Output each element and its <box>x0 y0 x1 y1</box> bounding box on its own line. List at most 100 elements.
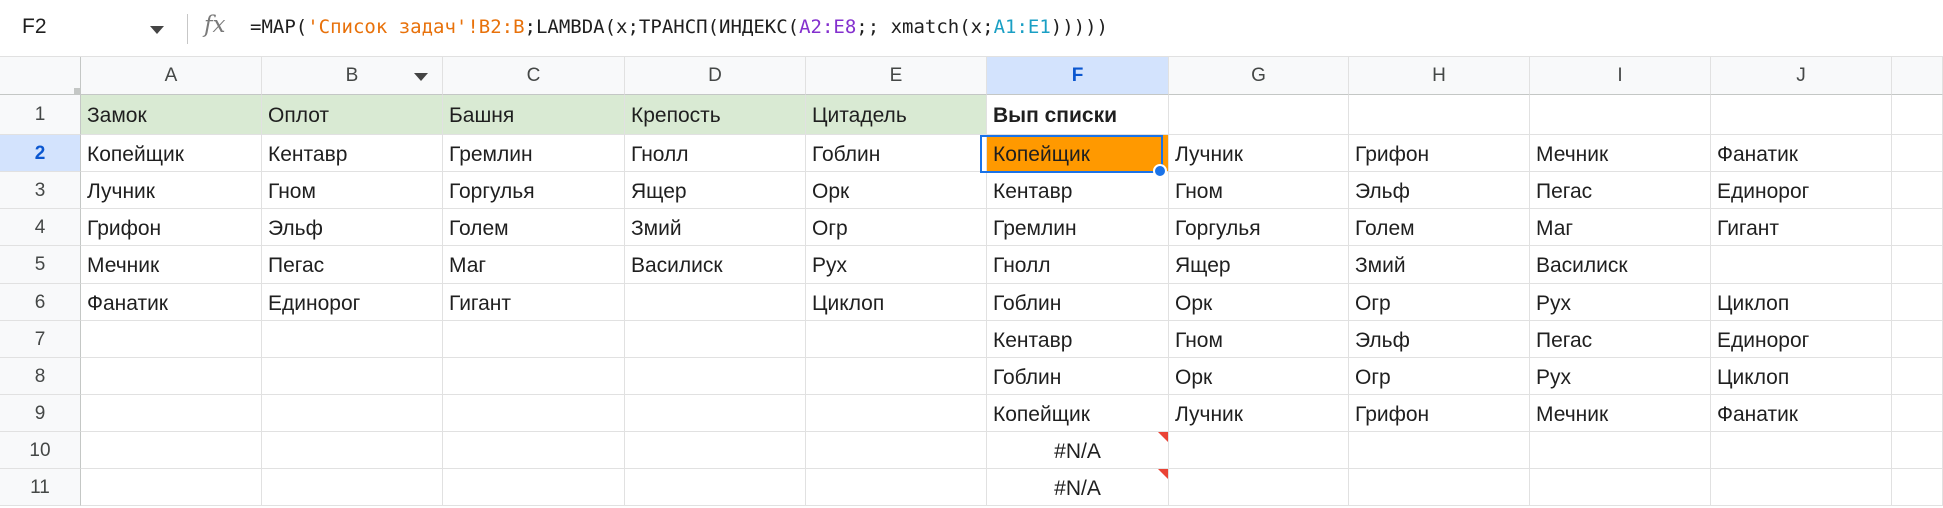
chevron-down-icon[interactable] <box>150 26 164 34</box>
row-header-8[interactable]: 8 <box>0 358 81 395</box>
cell-g10[interactable] <box>1169 432 1349 469</box>
row-header-9[interactable]: 9 <box>0 395 81 432</box>
cell-f6[interactable]: Гоблин <box>987 284 1169 321</box>
cell-b11[interactable] <box>262 469 443 506</box>
cell-b4[interactable]: Эльф <box>262 209 443 246</box>
column-header-i[interactable]: I <box>1530 57 1711 95</box>
cell-j4[interactable]: Гигант <box>1711 209 1892 246</box>
cell-e1[interactable]: Цитадель <box>806 95 987 135</box>
cell-j6[interactable]: Циклоп <box>1711 284 1892 321</box>
cell-e6[interactable]: Циклоп <box>806 284 987 321</box>
cell-i9[interactable]: Мечник <box>1530 395 1711 432</box>
cell-d11[interactable] <box>625 469 806 506</box>
cell-a2[interactable]: Копейщик <box>81 135 262 172</box>
cell-e5[interactable]: Рух <box>806 246 987 284</box>
formula-input[interactable]: =MAP('Список задач'!B2:B;LAMBDA(x;ТРАНСП… <box>250 16 1108 38</box>
cell-a10[interactable] <box>81 432 262 469</box>
cell-overflow[interactable] <box>1892 321 1943 358</box>
cell-c6[interactable]: Гигант <box>443 284 625 321</box>
cell-d7[interactable] <box>625 321 806 358</box>
cell-overflow[interactable] <box>1892 395 1943 432</box>
cell-e8[interactable] <box>806 358 987 395</box>
cell-b10[interactable] <box>262 432 443 469</box>
cell-j5[interactable] <box>1711 246 1892 284</box>
cell-a8[interactable] <box>81 358 262 395</box>
cell-b5[interactable]: Пегас <box>262 246 443 284</box>
cell-g6[interactable]: Орк <box>1169 284 1349 321</box>
cell-i8[interactable]: Рух <box>1530 358 1711 395</box>
cell-h7[interactable]: Эльф <box>1349 321 1530 358</box>
cell-g11[interactable] <box>1169 469 1349 506</box>
cell-a4[interactable]: Грифон <box>81 209 262 246</box>
cell-j7[interactable]: Единорог <box>1711 321 1892 358</box>
cell-d8[interactable] <box>625 358 806 395</box>
row-header-5[interactable]: 5 <box>0 246 81 284</box>
cell-h9[interactable]: Грифон <box>1349 395 1530 432</box>
cell-e11[interactable] <box>806 469 987 506</box>
cell-b9[interactable] <box>262 395 443 432</box>
cell-a5[interactable]: Мечник <box>81 246 262 284</box>
cell-h4[interactable]: Голем <box>1349 209 1530 246</box>
fill-handle[interactable] <box>1153 164 1167 178</box>
cell-d9[interactable] <box>625 395 806 432</box>
cell-i1[interactable] <box>1530 95 1711 135</box>
cell-a7[interactable] <box>81 321 262 358</box>
cell-c2[interactable]: Гремлин <box>443 135 625 172</box>
row-header-2[interactable]: 2 <box>0 135 81 172</box>
column-header-g[interactable]: G <box>1169 57 1349 95</box>
cell-g9[interactable]: Лучник <box>1169 395 1349 432</box>
cell-g7[interactable]: Гном <box>1169 321 1349 358</box>
column-header-d[interactable]: D <box>625 57 806 95</box>
column-header-a[interactable]: A <box>81 57 262 95</box>
cell-f7[interactable]: Кентавр <box>987 321 1169 358</box>
cell-h1[interactable] <box>1349 95 1530 135</box>
error-indicator-icon[interactable] <box>1158 432 1168 442</box>
cell-h3[interactable]: Эльф <box>1349 172 1530 209</box>
cell-f4[interactable]: Гремлин <box>987 209 1169 246</box>
cell-b8[interactable] <box>262 358 443 395</box>
cell-g1[interactable] <box>1169 95 1349 135</box>
cell-h10[interactable] <box>1349 432 1530 469</box>
row-header-10[interactable]: 10 <box>0 432 81 469</box>
cell-h6[interactable]: Огр <box>1349 284 1530 321</box>
select-all-corner[interactable] <box>0 57 81 95</box>
cell-c8[interactable] <box>443 358 625 395</box>
cell-c3[interactable]: Горгулья <box>443 172 625 209</box>
cell-overflow[interactable] <box>1892 469 1943 506</box>
cell-a1[interactable]: Замок <box>81 95 262 135</box>
cell-g5[interactable]: Ящер <box>1169 246 1349 284</box>
row-header-4[interactable]: 4 <box>0 209 81 246</box>
cell-c4[interactable]: Голем <box>443 209 625 246</box>
cell-c9[interactable] <box>443 395 625 432</box>
column-header-h[interactable]: H <box>1349 57 1530 95</box>
column-header-c[interactable]: C <box>443 57 625 95</box>
cell-f2[interactable]: Копейщик <box>987 135 1169 172</box>
cell-overflow[interactable] <box>1892 246 1943 284</box>
cell-f3[interactable]: Кентавр <box>987 172 1169 209</box>
cell-h5[interactable]: Змий <box>1349 246 1530 284</box>
cell-i10[interactable] <box>1530 432 1711 469</box>
cell-f5[interactable]: Гнолл <box>987 246 1169 284</box>
cell-overflow[interactable] <box>1892 135 1943 172</box>
cell-g4[interactable]: Горгулья <box>1169 209 1349 246</box>
cell-overflow[interactable] <box>1892 209 1943 246</box>
cell-d1[interactable]: Крепость <box>625 95 806 135</box>
cell-d5[interactable]: Василиск <box>625 246 806 284</box>
cell-a6[interactable]: Фанатик <box>81 284 262 321</box>
error-indicator-icon[interactable] <box>1158 469 1168 479</box>
name-box[interactable]: F2 <box>0 0 185 56</box>
cell-overflow[interactable] <box>1892 358 1943 395</box>
column-header-e[interactable]: E <box>806 57 987 95</box>
cell-b3[interactable]: Гном <box>262 172 443 209</box>
cell-a9[interactable] <box>81 395 262 432</box>
cell-d3[interactable]: Ящер <box>625 172 806 209</box>
cell-j9[interactable]: Фанатик <box>1711 395 1892 432</box>
cell-i4[interactable]: Маг <box>1530 209 1711 246</box>
cell-e7[interactable] <box>806 321 987 358</box>
cell-i11[interactable] <box>1530 469 1711 506</box>
cell-e4[interactable]: Огр <box>806 209 987 246</box>
cell-e2[interactable]: Гоблин <box>806 135 987 172</box>
cell-i3[interactable]: Пегас <box>1530 172 1711 209</box>
cell-b2[interactable]: Кентавр <box>262 135 443 172</box>
cell-overflow[interactable] <box>1892 172 1943 209</box>
